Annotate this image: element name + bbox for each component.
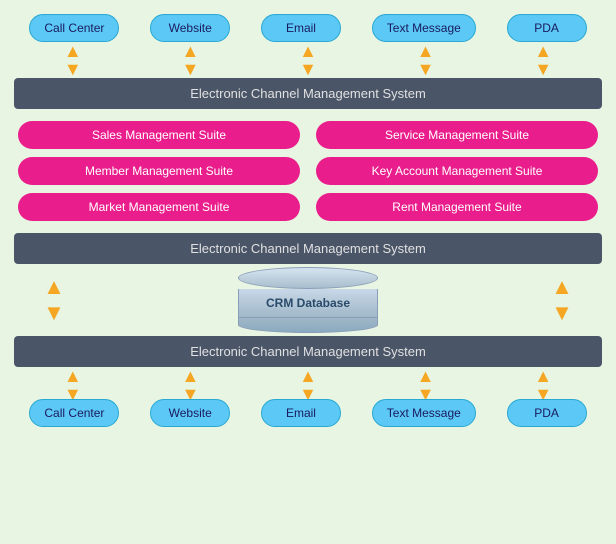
top-email: Email xyxy=(261,14,341,42)
main-diagram: Call Center Website Email Text Message P… xyxy=(0,0,616,544)
suite-rent: Rent Management Suite xyxy=(316,193,598,221)
left-side-arrow: ▲ ▼ xyxy=(14,274,94,326)
top-pda: PDA xyxy=(507,14,587,42)
db-body: CRM Database xyxy=(238,289,378,317)
bottom-website: Website xyxy=(150,399,230,427)
arrow-4: ▲ ▼ xyxy=(386,42,466,78)
arrow-5: ▲ ▼ xyxy=(503,42,583,78)
bottom-arrow-2: ▲ ▼ xyxy=(150,367,230,403)
top-website: Website xyxy=(150,14,230,42)
bottom-arrow-4: ▲ ▼ xyxy=(386,367,466,403)
top-text-message: Text Message xyxy=(372,14,476,42)
crm-db-wrapper: CRM Database xyxy=(94,267,522,333)
suite-service: Service Management Suite xyxy=(316,121,598,149)
arrow-1: ▲ ▼ xyxy=(33,42,113,78)
crm-database: CRM Database xyxy=(238,267,378,333)
band-3: Electronic Channel Management System xyxy=(14,336,602,367)
band-1: Electronic Channel Management System xyxy=(14,78,602,109)
db-top xyxy=(238,267,378,289)
db-bottom xyxy=(238,317,378,333)
bottom-arrow-3: ▲ ▼ xyxy=(268,367,348,403)
bottom-arrows: ▲ ▼ ▲ ▼ ▲ ▼ ▲ ▼ ▲ ▼ xyxy=(14,371,602,399)
arrow-2: ▲ ▼ xyxy=(150,42,230,78)
arrow-3: ▲ ▼ xyxy=(268,42,348,78)
top-channel-row: Call Center Website Email Text Message P… xyxy=(14,14,602,42)
bottom-text-message: Text Message xyxy=(372,399,476,427)
suite-sales: Sales Management Suite xyxy=(18,121,300,149)
bottom-call-center: Call Center xyxy=(29,399,119,427)
bottom-pda: PDA xyxy=(507,399,587,427)
right-side-arrow: ▲ ▼ xyxy=(522,274,602,326)
band-2: Electronic Channel Management System xyxy=(14,233,602,264)
bottom-arrow-5: ▲ ▼ xyxy=(503,367,583,403)
suite-member: Member Management Suite xyxy=(18,157,300,185)
top-call-center: Call Center xyxy=(29,14,119,42)
suite-market: Market Management Suite xyxy=(18,193,300,221)
bottom-channel-row: Call Center Website Email Text Message P… xyxy=(14,399,602,427)
suite-key-account: Key Account Management Suite xyxy=(316,157,598,185)
bottom-email: Email xyxy=(261,399,341,427)
middle-crm-section: ▲ ▼ CRM Database ▲ ▼ xyxy=(14,270,602,330)
bottom-arrow-1: ▲ ▼ xyxy=(33,367,113,403)
suite-grid: Sales Management Suite Service Managemen… xyxy=(14,121,602,221)
top-arrows: ▲ ▼ ▲ ▼ ▲ ▼ ▲ ▼ ▲ ▼ xyxy=(14,46,602,74)
